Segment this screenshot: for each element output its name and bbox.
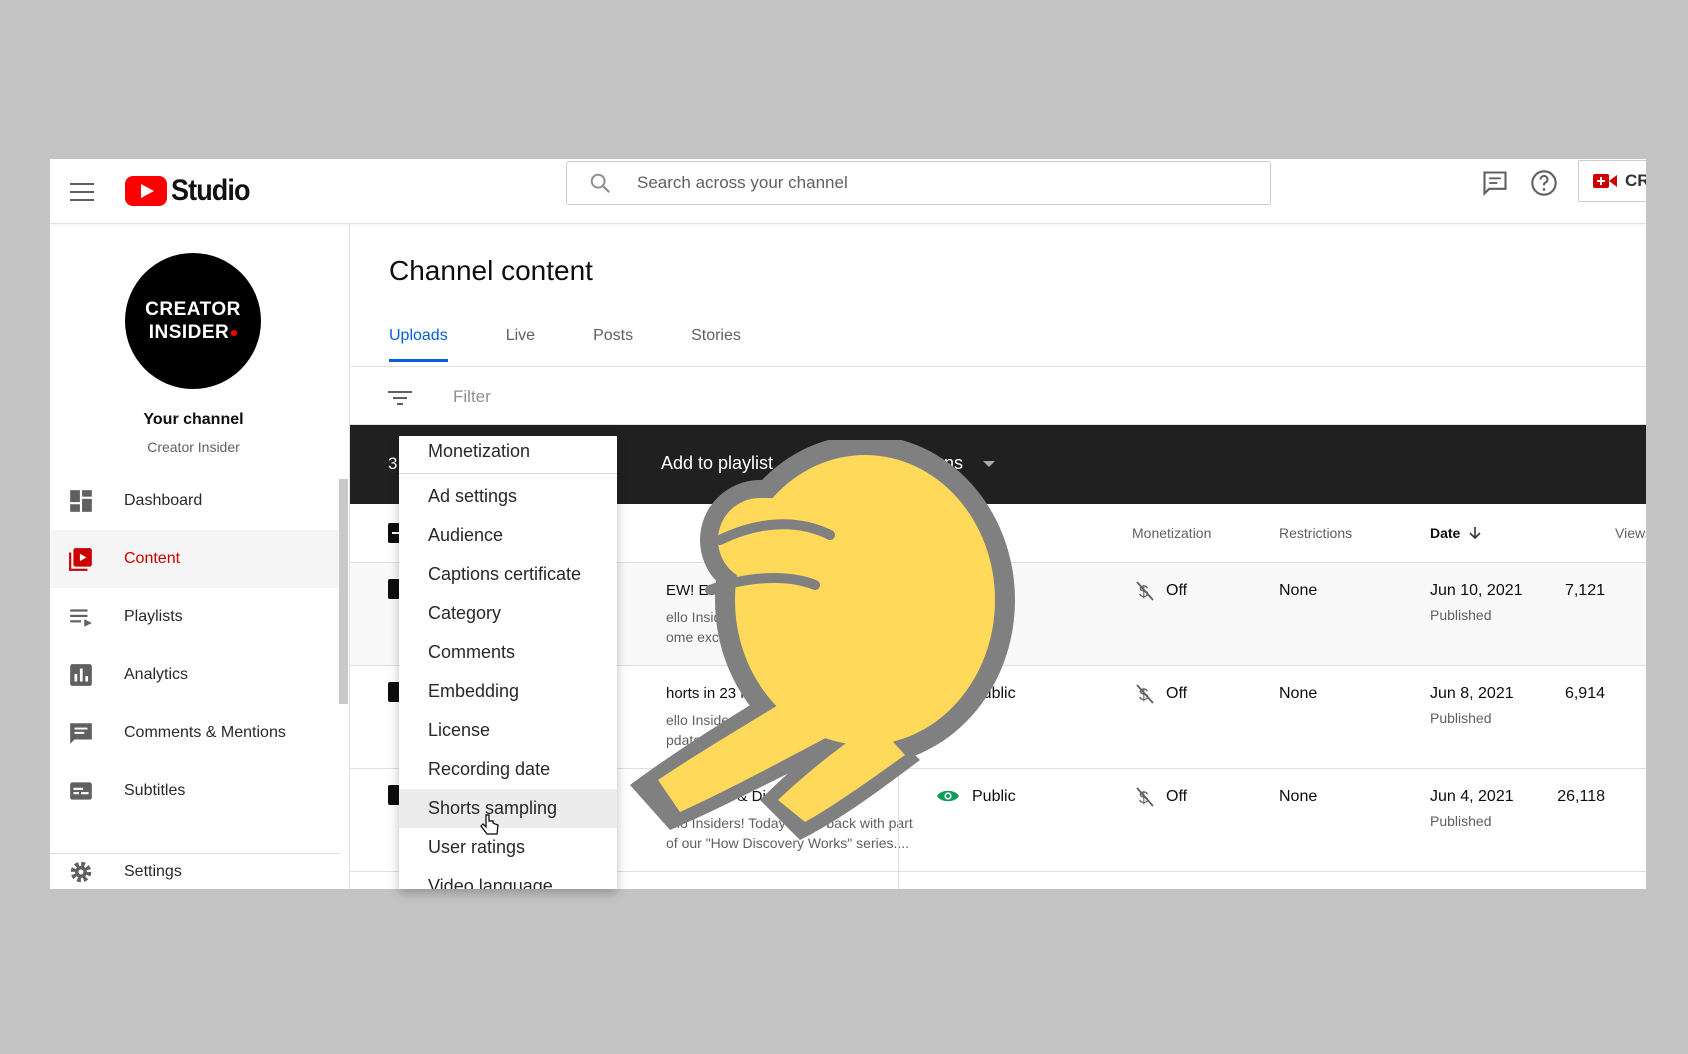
sidebar-item-dashboard[interactable]: Dashboard: [50, 472, 340, 530]
sidebar-item-label: Content: [124, 550, 181, 567]
red-dot-icon: [231, 329, 238, 336]
menu-item-video-language[interactable]: Video language: [399, 867, 617, 889]
avatar-line2: INSIDER: [148, 322, 230, 343]
menu-item-recording-date[interactable]: Recording date: [399, 750, 617, 789]
menu-item-comments[interactable]: Comments: [399, 633, 617, 672]
search-icon: [590, 173, 610, 193]
monetization-value[interactable]: Off: [1166, 685, 1187, 703]
comments-icon: [70, 723, 92, 744]
monetization-value[interactable]: Off: [1166, 788, 1187, 806]
sidebar-item-comments[interactable]: Comments & Mentions: [50, 704, 340, 762]
sidebar-item-label: Analytics: [124, 666, 189, 683]
status-value: Published: [1430, 607, 1492, 623]
menu-item-embedding[interactable]: Embedding: [399, 672, 617, 711]
content-icon: [69, 548, 92, 571]
views-value: 6,914: [1564, 685, 1605, 702]
menu-item-ad-settings[interactable]: Ad settings: [399, 477, 617, 516]
col-date[interactable]: Date: [1430, 525, 1460, 541]
analytics-icon: [70, 664, 92, 686]
restrictions-value: None: [1279, 582, 1318, 599]
col-views[interactable]: Views: [1615, 525, 1646, 541]
filter-input[interactable]: Filter: [453, 387, 491, 407]
create-button[interactable]: CR: [1578, 160, 1646, 202]
sort-down-icon[interactable]: [1468, 526, 1482, 540]
avatar-line1: CREATOR: [145, 299, 241, 320]
sidebar-item-playlists[interactable]: Playlists: [50, 588, 340, 646]
menu-item-shorts-sampling[interactable]: Shorts sampling: [399, 789, 617, 828]
selected-count: 3: [388, 454, 398, 473]
sidebar-item-analytics[interactable]: Analytics: [50, 646, 340, 704]
tab-posts[interactable]: Posts: [593, 327, 633, 362]
menu-item-audience[interactable]: Audience: [399, 516, 617, 555]
subtitles-icon: [70, 782, 92, 800]
views-value: 7,121: [1564, 582, 1605, 599]
restrictions-value: None: [1279, 685, 1318, 702]
status-value: Published: [1430, 813, 1492, 829]
menu-item-category[interactable]: Category: [399, 594, 617, 633]
search-input[interactable]: [635, 172, 1239, 194]
col-restrictions[interactable]: Restrictions: [1279, 525, 1352, 541]
tab-uploads[interactable]: Uploads: [389, 327, 448, 362]
video-camera-icon: [1593, 174, 1617, 188]
gear-icon: [70, 861, 92, 883]
tab-live[interactable]: Live: [506, 327, 535, 362]
status-value: Published: [1430, 710, 1492, 726]
sidebar-item-label: Comments & Mentions: [124, 724, 286, 741]
sidebar-item-settings[interactable]: Settings: [50, 843, 340, 889]
date-value: Jun 4, 2021: [1430, 788, 1514, 805]
tab-stories[interactable]: Stories: [691, 327, 741, 362]
logo-text: Studio: [171, 174, 250, 207]
help-icon[interactable]: [1530, 169, 1558, 197]
menu-item-user-ratings[interactable]: User ratings: [399, 828, 617, 867]
youtube-play-icon: [125, 176, 167, 206]
more-actions-menu: Monetization Ad settings Audience Captio…: [399, 436, 617, 889]
monetization-off-icon: $: [1136, 581, 1154, 601]
date-value: Jun 10, 2021: [1430, 582, 1523, 599]
filter-icon[interactable]: [388, 389, 412, 407]
menu-item-license[interactable]: License: [399, 711, 617, 750]
menu-divider: [399, 473, 617, 474]
studio-logo[interactable]: Studio: [125, 168, 258, 214]
sidebar-item-label: Subtitles: [124, 782, 186, 799]
create-label: CR: [1625, 171, 1646, 190]
filter-bar[interactable]: Filter: [350, 367, 1646, 425]
menu-item-captions-certificate[interactable]: Captions certificate: [399, 555, 617, 594]
playlists-icon: [70, 609, 92, 627]
hand-cursor-icon: [480, 814, 499, 835]
sidebar-scrollbar[interactable]: [339, 479, 348, 704]
sidebar: CREATOR INSIDER Your channel Creator Ins…: [50, 224, 350, 889]
channel-title: Your channel: [143, 411, 244, 428]
page-title: Channel content: [389, 255, 593, 286]
search-box[interactable]: [566, 161, 1271, 205]
content-tabs: Uploads Live Posts Stories: [389, 327, 799, 362]
sidebar-item-label: Playlists: [124, 608, 183, 625]
sidebar-item-content[interactable]: Content: [50, 530, 340, 588]
feedback-icon[interactable]: [1481, 169, 1509, 197]
col-monetization[interactable]: Monetization: [1132, 525, 1211, 541]
sidebar-item-subtitles[interactable]: Subtitles: [50, 762, 340, 820]
restrictions-value: None: [1279, 788, 1318, 805]
monetization-off-icon: $: [1136, 787, 1154, 807]
monetization-off-icon: $: [1136, 684, 1154, 704]
dashboard-icon: [70, 490, 92, 512]
sidebar-item-label: Settings: [124, 863, 182, 880]
menu-item-monetization[interactable]: Monetization: [399, 436, 617, 471]
date-value: Jun 8, 2021: [1430, 685, 1514, 702]
channel-avatar[interactable]: CREATOR INSIDER: [125, 253, 261, 389]
sidebar-item-label: Dashboard: [124, 492, 203, 509]
top-bar: Studio CR: [50, 159, 1646, 224]
monetization-value[interactable]: Off: [1166, 582, 1187, 600]
channel-name: Creator Insider: [147, 439, 240, 455]
pointing-hand-sticker: [630, 440, 1015, 840]
views-value: 26,118: [1557, 788, 1605, 805]
menu-icon[interactable]: [70, 183, 94, 201]
